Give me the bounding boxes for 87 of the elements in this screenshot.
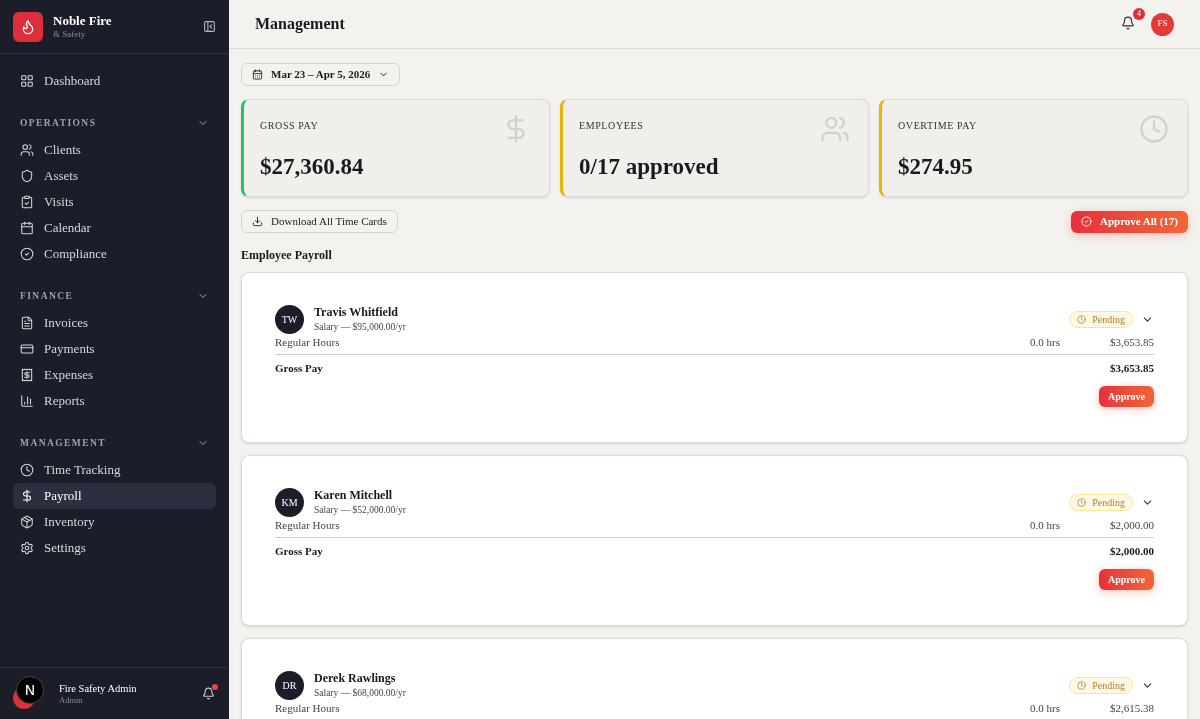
sidebar-item[interactable]: Expenses — [13, 362, 216, 388]
clock-icon — [1077, 315, 1087, 324]
clock-icon — [1139, 114, 1169, 144]
clipboard-icon — [20, 195, 34, 209]
gross-pay-label: Gross Pay — [275, 361, 324, 375]
approve-button[interactable]: Approve — [1098, 386, 1154, 407]
approve-button[interactable]: Approve — [1098, 569, 1154, 590]
receipt-icon — [20, 368, 34, 382]
employee-name: Travis Whitfield — [314, 305, 399, 321]
clock-icon — [1077, 681, 1087, 690]
logo-icon — [13, 11, 43, 42]
calendar-icon — [252, 69, 263, 80]
brand-tagline: & Safety — [53, 29, 87, 41]
clock-icon — [20, 463, 34, 477]
check-circle-icon — [1080, 216, 1092, 227]
section-header[interactable]: MANAGEMENT — [13, 434, 216, 452]
sidebar-item[interactable]: Payments — [13, 336, 216, 362]
clock-icon — [1077, 498, 1087, 507]
settings-icon — [20, 541, 34, 555]
gross-pay-label: Gross Pay — [275, 544, 324, 558]
stat-value: $274.95 — [898, 153, 974, 181]
pay-line-label: Regular Hours — [275, 335, 341, 349]
status-label: Pending — [1092, 496, 1125, 510]
shield-icon — [20, 169, 34, 183]
user-role: Admin — [59, 694, 84, 706]
sidebar-item[interactable]: Time Tracking — [13, 457, 216, 483]
stat-value: 0/17 approved — [579, 153, 720, 181]
stat-label: EMPLOYEES — [579, 119, 645, 133]
stat-label: OVERTIME PAY — [898, 119, 978, 133]
sidebar-item[interactable]: Reports — [13, 388, 216, 414]
check-circle-icon — [20, 247, 34, 261]
pay-line-hours: 0.0 hrs — [1030, 335, 1061, 349]
section-header[interactable]: OPERATIONS — [13, 114, 216, 132]
sidebar-item[interactable]: Inventory — [13, 509, 216, 535]
sidebar-item[interactable]: Assets — [13, 163, 216, 189]
employee-name: Derek Rawlings — [314, 671, 397, 687]
section-title: Employee Payroll — [241, 247, 333, 264]
pay-line-amount: $2,615.38 — [1110, 701, 1154, 715]
gross-pay-amount: $3,653.85 — [1110, 361, 1154, 375]
document-icon — [20, 316, 34, 330]
pay-line-amount: $2,000.00 — [1110, 518, 1154, 532]
stat-value: $27,360.84 — [260, 153, 365, 181]
user-avatar[interactable]: FS — [1151, 12, 1174, 36]
sidebar-item[interactable]: Calendar — [13, 215, 216, 241]
brand-name: Noble Fire — [53, 12, 113, 29]
dev-indicator[interactable]: N — [16, 676, 44, 704]
user-name: Fire Safety Admin — [59, 681, 138, 695]
employee-avatar: DR — [275, 671, 304, 700]
sidebar-item[interactable]: Invoices — [13, 310, 216, 336]
calendar-icon — [20, 221, 34, 235]
collapse-sidebar-icon[interactable] — [203, 20, 216, 33]
pay-line-hours: 0.0 hrs — [1030, 518, 1061, 532]
employee-salary: Salary — $95,000.00/yr — [314, 322, 407, 334]
gross-pay-amount: $2,000.00 — [1110, 544, 1154, 558]
notification-count: 4 — [1133, 8, 1145, 20]
dollar-icon — [20, 489, 34, 503]
sidebar-item[interactable]: Compliance — [13, 241, 216, 267]
pay-line-label: Regular Hours — [275, 518, 341, 532]
sidebar-item[interactable]: Settings — [13, 535, 216, 561]
employee-name: Karen Mitchell — [314, 488, 394, 504]
credit-card-icon — [20, 342, 34, 356]
sidebar-item[interactable]: Dashboard — [13, 68, 216, 94]
page-title: Management — [255, 14, 346, 35]
stat-label: GROSS PAY — [260, 119, 320, 133]
dashboard-icon — [20, 74, 34, 88]
employee-salary: Salary — $68,000.00/yr — [314, 688, 407, 700]
pay-line-amount: $3,653.85 — [1110, 335, 1154, 349]
status-label: Pending — [1092, 313, 1125, 327]
status-label: Pending — [1092, 679, 1125, 693]
notification-bell-icon[interactable] — [1121, 16, 1135, 30]
section-header[interactable]: FINANCE — [13, 287, 216, 305]
box-icon — [20, 515, 34, 529]
download-icon — [252, 216, 263, 227]
pay-line-label: Regular Hours — [275, 701, 341, 715]
pay-line-hours: 0.0 hrs — [1030, 701, 1061, 715]
sidebar-item[interactable]: Clients — [13, 137, 216, 163]
download-button[interactable]: Download All Time Cards — [241, 210, 398, 233]
date-range-picker[interactable]: Mar 23 – Apr 5, 2026 — [241, 63, 401, 86]
sidebar-item[interactable]: Visits — [13, 189, 216, 215]
employee-salary: Salary — $52,000.00/yr — [314, 505, 407, 517]
users-icon — [820, 114, 850, 144]
bar-chart-icon — [20, 394, 34, 408]
employee-avatar: TW — [275, 305, 304, 334]
users-icon — [20, 143, 34, 157]
employee-avatar: KM — [275, 488, 304, 517]
notification-bell-icon[interactable] — [202, 686, 216, 701]
sidebar-item[interactable]: Payroll — [13, 483, 216, 509]
